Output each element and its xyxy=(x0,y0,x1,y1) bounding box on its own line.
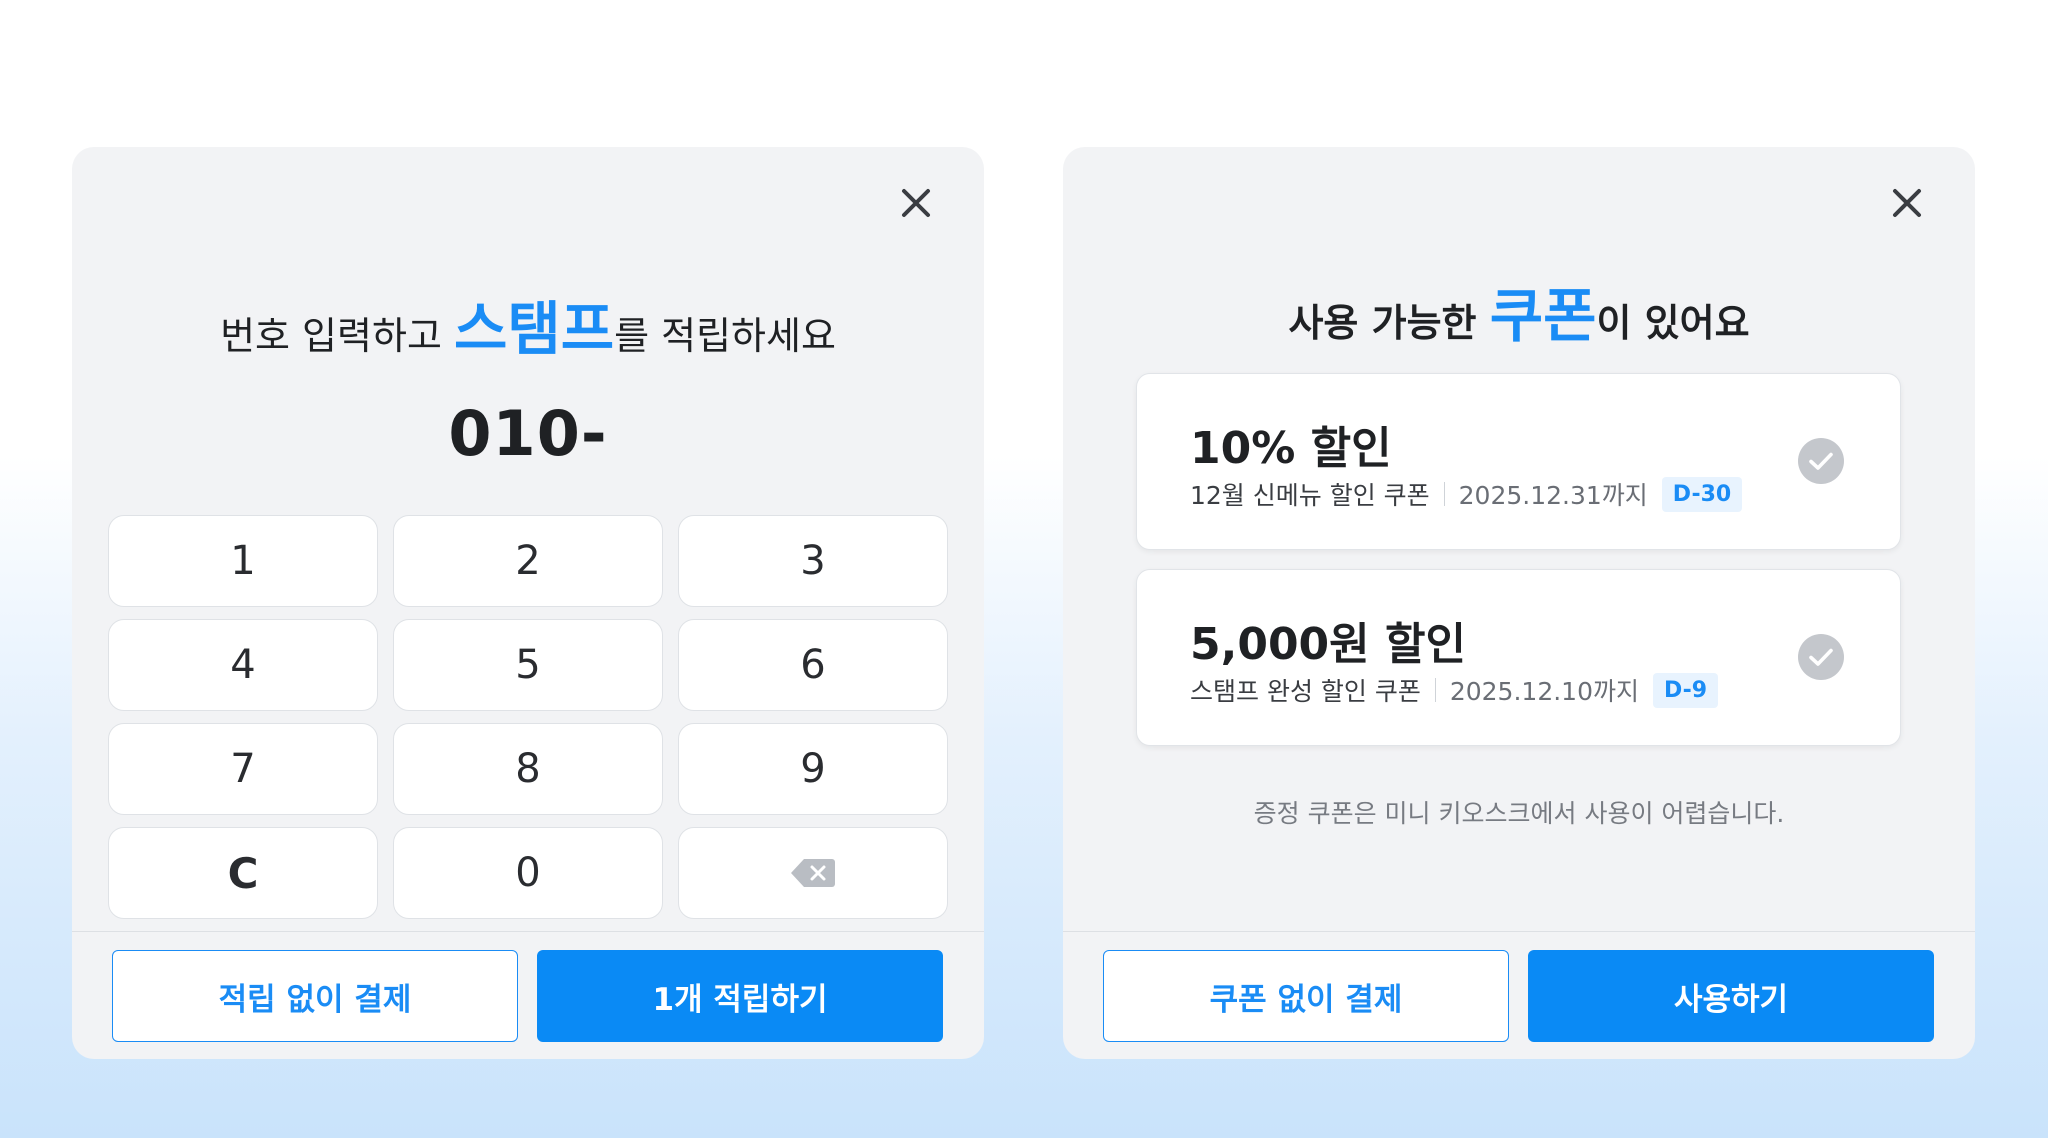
close-icon xyxy=(1893,189,1921,217)
phone-number-display: 010- xyxy=(448,397,608,470)
coupon-name: 스탬프 완성 할인 쿠폰 xyxy=(1190,677,1421,706)
coupon-expiry: 2025.12.10까지 xyxy=(1449,677,1639,706)
dialog-footer: 쿠폰 없이 결제 사용하기 xyxy=(1063,931,1975,1059)
title-highlight: 쿠폰 xyxy=(1489,282,1597,350)
key-2[interactable]: 2 xyxy=(393,515,663,607)
dialog-title: 사용 가능한 쿠폰이 있어요 xyxy=(1063,269,1975,353)
use-coupon-button[interactable]: 사용하기 xyxy=(1528,950,1934,1042)
title-suffix: 이 있어요 xyxy=(1596,301,1750,345)
coupon-name: 12월 신메뉴 할인 쿠폰 xyxy=(1190,481,1430,510)
title-prefix: 번호 입력하고 xyxy=(220,314,454,358)
dialog-title: 번호 입력하고 스탬프를 적립하세요 xyxy=(72,282,984,366)
dialog-footer: 적립 없이 결제 1개 적립하기 xyxy=(72,931,984,1059)
coupon-card[interactable]: 10% 할인 12월 신메뉴 할인 쿠폰 2025.12.31까지 D-30 xyxy=(1136,373,1901,550)
key-7[interactable]: 7 xyxy=(108,723,378,815)
title-highlight: 스탬프 xyxy=(453,295,615,363)
close-button[interactable] xyxy=(896,183,936,223)
coupon-title: 10% 할인 xyxy=(1190,423,1392,474)
coupon-title: 5,000원 할인 xyxy=(1190,619,1466,670)
close-button[interactable] xyxy=(1887,183,1927,223)
coupon-dialog: 사용 가능한 쿠폰이 있어요 10% 할인 12월 신메뉴 할인 쿠폰 2025… xyxy=(1063,147,1975,1059)
key-8[interactable]: 8 xyxy=(393,723,663,815)
coupon-select-toggle[interactable] xyxy=(1798,438,1844,484)
title-prefix: 사용 가능한 xyxy=(1288,301,1490,345)
key-clear[interactable]: C xyxy=(108,827,378,919)
key-3[interactable]: 3 xyxy=(678,515,948,607)
coupon-meta: 12월 신메뉴 할인 쿠폰 2025.12.31까지 D-30 xyxy=(1190,476,1743,512)
divider xyxy=(1434,678,1436,702)
dday-badge: D-9 xyxy=(1652,672,1719,708)
coupon-card[interactable]: 5,000원 할인 스탬프 완성 할인 쿠폰 2025.12.10까지 D-9 xyxy=(1136,569,1901,746)
backspace-icon xyxy=(791,859,835,887)
coupon-select-toggle[interactable] xyxy=(1798,634,1844,680)
key-6[interactable]: 6 xyxy=(678,619,948,711)
key-9[interactable]: 9 xyxy=(678,723,948,815)
coupon-notice: 증정 쿠폰은 미니 키오스크에서 사용이 어렵습니다. xyxy=(1253,799,1785,828)
key-backspace[interactable] xyxy=(678,827,948,919)
check-circle-icon xyxy=(1798,438,1844,484)
check-circle-icon xyxy=(1798,634,1844,680)
skip-stamp-button[interactable]: 적립 없이 결제 xyxy=(112,950,518,1042)
number-keypad: 1 2 3 4 5 6 7 8 9 C 0 xyxy=(108,515,948,919)
key-0[interactable]: 0 xyxy=(393,827,663,919)
stamp-dialog: 번호 입력하고 스탬프를 적립하세요 010- 1 2 3 4 5 6 7 8 … xyxy=(72,147,984,1059)
coupon-meta: 스탬프 완성 할인 쿠폰 2025.12.10까지 D-9 xyxy=(1190,672,1719,708)
key-1[interactable]: 1 xyxy=(108,515,378,607)
skip-coupon-button[interactable]: 쿠폰 없이 결제 xyxy=(1103,950,1509,1042)
dday-badge: D-30 xyxy=(1661,476,1743,512)
confirm-stamp-button[interactable]: 1개 적립하기 xyxy=(537,950,943,1042)
key-5[interactable]: 5 xyxy=(393,619,663,711)
key-4[interactable]: 4 xyxy=(108,619,378,711)
divider xyxy=(1443,482,1445,506)
close-icon xyxy=(902,189,930,217)
coupon-expiry: 2025.12.31까지 xyxy=(1458,481,1648,510)
title-suffix: 를 적립하세요 xyxy=(614,314,836,358)
